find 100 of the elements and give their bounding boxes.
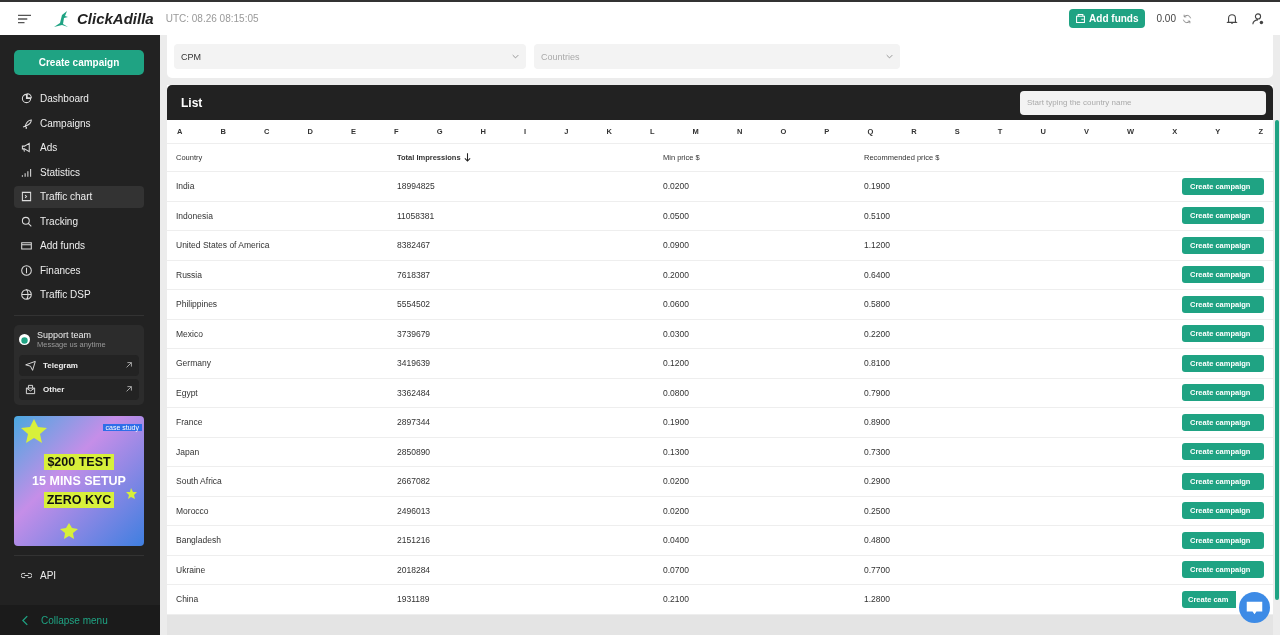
search-icon [21, 215, 32, 227]
pie-chart-icon [21, 93, 32, 105]
table-cell-text: 0.0300 [663, 328, 690, 339]
table-cell-text: Indonesia [176, 210, 214, 221]
table-cell-text: 2496013 [397, 505, 432, 516]
bell-icon[interactable] [1226, 12, 1238, 25]
table-cell-text: 5554502 [397, 299, 432, 310]
table-cell-text: 3739679 [397, 328, 432, 339]
table-cell-text: Germany [176, 358, 212, 369]
table-cell-text: 0.2000 [663, 269, 690, 280]
table-cell-text: 0.6400 [864, 269, 891, 280]
table-cell-text: 0.0500 [663, 210, 690, 221]
table-cell-text: India [176, 181, 196, 192]
chevron-left-icon [22, 614, 29, 626]
chevron-down-icon [512, 54, 519, 59]
table-cell-text: 0.4800 [864, 535, 891, 546]
rocket-icon [21, 117, 32, 129]
external-link-icon [125, 385, 133, 393]
megaphone-icon [21, 142, 32, 154]
sidebar-item[interactable]: API [14, 564, 144, 586]
coin-icon [21, 264, 32, 276]
table-cell-text: 1.1200 [864, 240, 891, 251]
sidebar-item[interactable]: Statistics [14, 161, 144, 183]
chat-icon[interactable] [1239, 592, 1270, 623]
wallet-icon [1075, 13, 1087, 24]
external-link-icon [125, 361, 133, 369]
table-cell-text: 3419639 [397, 358, 432, 369]
table-cell-text: 1.2800 [864, 594, 891, 605]
table-cell-text: 2151216 [397, 535, 432, 546]
table-cell-text: 11058381 [397, 210, 436, 221]
card-icon [21, 240, 32, 252]
support-avatar-icon [19, 333, 30, 345]
table-cell-text: 0.0700 [663, 564, 690, 575]
table-cell-text: Mexico [176, 328, 204, 339]
table-cell-text: 0.0800 [663, 387, 690, 398]
chart-icon [21, 191, 32, 203]
banner-headline: 15 MINS SETUP [31, 472, 127, 489]
balance-value: 0.00 [1156, 13, 1176, 24]
table-cell-text: 0.0900 [663, 240, 690, 251]
table-cell-text: 0.5800 [864, 299, 891, 310]
table-cell-text: Morocco [176, 505, 210, 516]
support-title: Support team [37, 329, 93, 340]
table-cell-text: 0.5100 [864, 210, 891, 221]
table-cell-text: 0.7900 [864, 387, 891, 398]
scrollbar[interactable] [1275, 120, 1279, 600]
user-icon[interactable] [1252, 12, 1264, 25]
table-cell-text: 0.2900 [864, 476, 891, 487]
sidebar-item[interactable]: Ads [14, 137, 144, 159]
chevron-down-icon [886, 54, 893, 59]
table-cell-text: 0.0200 [663, 476, 690, 487]
support-link[interactable]: Other [19, 378, 139, 400]
table-cell-text: 8382467 [397, 240, 432, 251]
table-cell-text: Russia [176, 269, 203, 280]
table-cell-text: 0.7300 [864, 446, 891, 457]
table-cell-text: 0.1200 [663, 358, 690, 369]
logo-text: ClickAdilla [77, 10, 154, 27]
table-cell-text: 0.1900 [864, 181, 891, 192]
table-cell-text: 0.0200 [663, 181, 690, 192]
table-cell-text: Ukraine [176, 564, 207, 575]
sidebar-item[interactable]: Traffic chart [14, 186, 144, 208]
table-cell-text: 0.8900 [864, 417, 891, 428]
sidebar-item[interactable]: Campaigns [14, 112, 144, 134]
collapse-menu-button[interactable]: Collapse menu [0, 605, 160, 635]
table-cell-text: 0.0400 [663, 535, 690, 546]
table-cell-text: China [176, 594, 200, 605]
paper-plane-icon [25, 359, 36, 371]
table-cell-text: 0.1900 [663, 417, 690, 428]
table-cell-text: 0.8100 [864, 358, 891, 369]
table-cell-text: Egypt [176, 387, 199, 398]
table-cell-text: 0.2100 [663, 594, 690, 605]
table-cell-text: 2897344 [397, 417, 432, 428]
support-link[interactable]: Telegram [19, 354, 139, 376]
table-cell-text: 1931189 [397, 594, 431, 605]
bar-chart-icon [21, 166, 32, 178]
table-cell-text: South Africa [176, 476, 223, 487]
table-cell-text: Philippines [176, 299, 219, 310]
table-cell-text: 0.7700 [864, 564, 891, 575]
menu-icon[interactable] [18, 13, 31, 24]
sidebar-item[interactable]: Tracking [14, 210, 144, 232]
table-cell-text: 7618387 [397, 269, 432, 280]
table-cell-text: 0.2500 [864, 505, 891, 516]
table-cell-text: 2018284 [397, 564, 432, 575]
sort-arrow-icon[interactable] [463, 153, 471, 162]
mail-icon [25, 383, 36, 395]
table-cell-text: 0.0600 [663, 299, 690, 310]
table-cell-text: 3362484 [397, 387, 432, 398]
globe-icon [21, 289, 32, 301]
utc-clock: UTC: 08.26 08:15:05 [165, 13, 259, 24]
table-cell-text: 0.1300 [663, 446, 690, 457]
sidebar-item[interactable]: Finances [14, 259, 144, 281]
refresh-icon[interactable] [1182, 13, 1192, 24]
table-cell-text: 18994825 [397, 181, 436, 192]
table-cell-text: 2850890 [397, 446, 432, 457]
sidebar-item[interactable]: Dashboard [14, 88, 144, 110]
list-title: List [181, 95, 203, 110]
sidebar-item[interactable]: Add funds [14, 235, 144, 257]
sidebar-item[interactable]: Traffic DSP [14, 284, 144, 306]
table-cell-text: 0.0200 [663, 505, 690, 516]
dropdown-field[interactable]: CPM [174, 44, 526, 69]
country-search-field[interactable]: Start typing the country name [1020, 90, 1266, 115]
